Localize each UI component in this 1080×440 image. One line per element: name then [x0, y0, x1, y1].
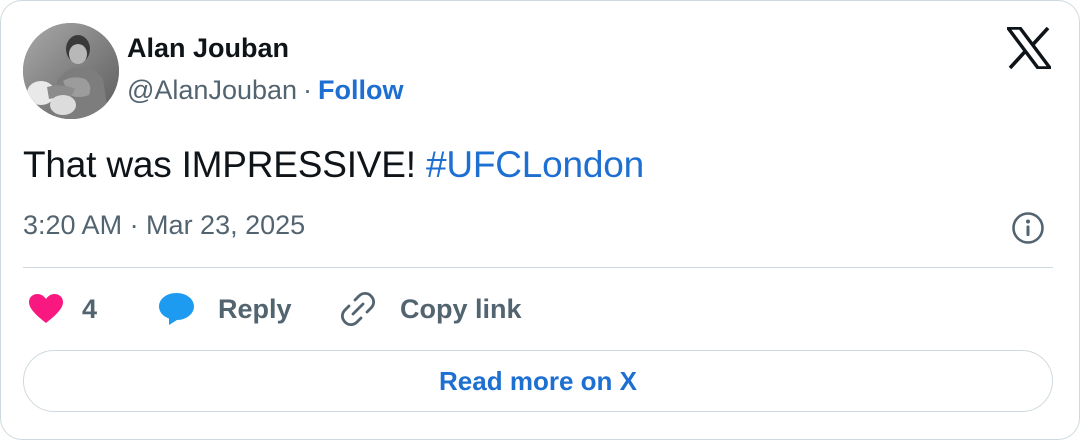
speech-bubble-icon: [159, 293, 194, 325]
divider: [23, 267, 1053, 268]
link-icon: [340, 291, 376, 327]
tweet-text: That was IMPRESSIVE! #UFCLondon: [23, 144, 644, 186]
author-name[interactable]: Alan Jouban: [127, 33, 289, 64]
read-more-button[interactable]: Read more on X: [23, 350, 1053, 412]
like-button[interactable]: 4: [28, 289, 97, 329]
reply-label: Reply: [218, 293, 292, 324]
avatar[interactable]: [23, 23, 119, 119]
tweet-card: Alan Jouban @AlanJouban · Follow That was …: [0, 0, 1080, 440]
separator-dot: ·: [303, 75, 313, 105]
author-handle[interactable]: @AlanJouban: [127, 75, 297, 105]
tweet-body: That was IMPRESSIVE!: [23, 144, 426, 185]
follow-button[interactable]: Follow: [318, 75, 403, 105]
tweet-timestamp[interactable]: 3:20 AM · Mar 23, 2025: [23, 210, 305, 241]
author-handle-row: @AlanJouban · Follow: [127, 75, 404, 106]
x-logo-icon[interactable]: [1004, 26, 1054, 70]
copy-link-button[interactable]: Copy link: [340, 289, 522, 329]
heart-icon: [29, 294, 63, 323]
copy-link-label: Copy link: [400, 293, 522, 324]
reply-button[interactable]: Reply: [158, 289, 292, 329]
hashtag-link[interactable]: #UFCLondon: [426, 144, 644, 185]
info-icon[interactable]: [1011, 211, 1045, 245]
avatar-photo: [23, 23, 119, 119]
like-count: 4: [82, 293, 98, 324]
